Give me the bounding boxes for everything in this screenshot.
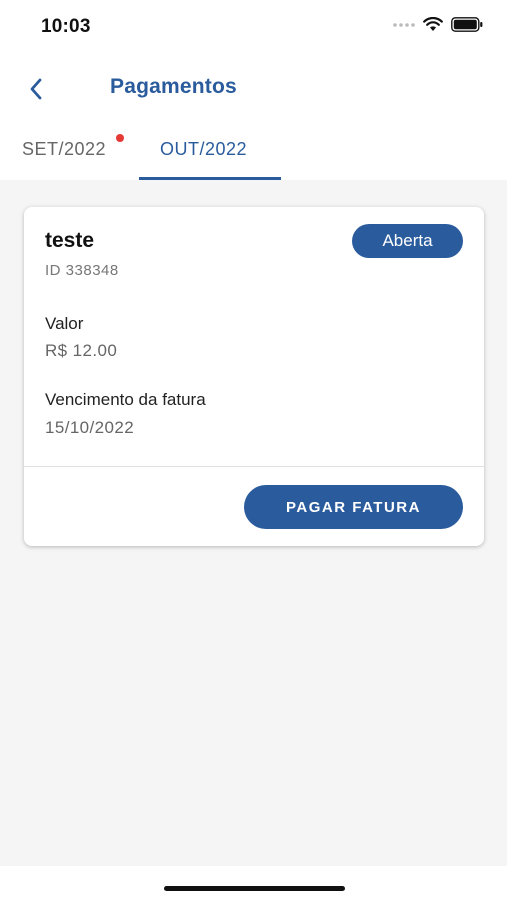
status-badge: Aberta [352,224,463,258]
wifi-icon [423,17,443,31]
battery-icon [451,17,483,32]
back-button[interactable] [18,72,54,106]
month-tabs: SET/2022 OUT/2022 [0,124,507,180]
status-bar: 10:03 [0,0,507,56]
active-tab-indicator [139,177,281,180]
app-header: Pagamentos SET/2022 OUT/2022 [0,56,507,180]
invoice-title: teste [45,229,95,252]
tab-set-2022[interactable]: SET/2022 [22,139,106,160]
page-title: Pagamentos [110,75,237,98]
notification-dot [116,134,124,142]
tab-out-2022[interactable]: OUT/2022 [160,139,247,160]
invoice-card: teste Aberta ID 338348 Valor R$ 12.00 Ve… [24,207,484,546]
due-date-label: Vencimento da fatura [45,390,206,409]
amount-label: Valor [45,314,84,333]
home-indicator[interactable] [164,886,345,891]
chevron-left-icon [30,78,42,100]
payments-screen: 10:03 Pagamentos SET/2022 OUT/2022 teste… [0,0,507,900]
signal-dots-icon [393,22,415,27]
invoice-id: ID 338348 [45,262,119,279]
bottom-bar [0,866,507,900]
status-time: 10:03 [41,16,91,37]
amount-value: R$ 12.00 [45,341,118,360]
due-date-value: 15/10/2022 [45,418,135,437]
pay-invoice-button[interactable]: PAGAR FATURA [244,485,463,529]
card-divider [24,466,484,467]
status-icons [393,17,483,32]
